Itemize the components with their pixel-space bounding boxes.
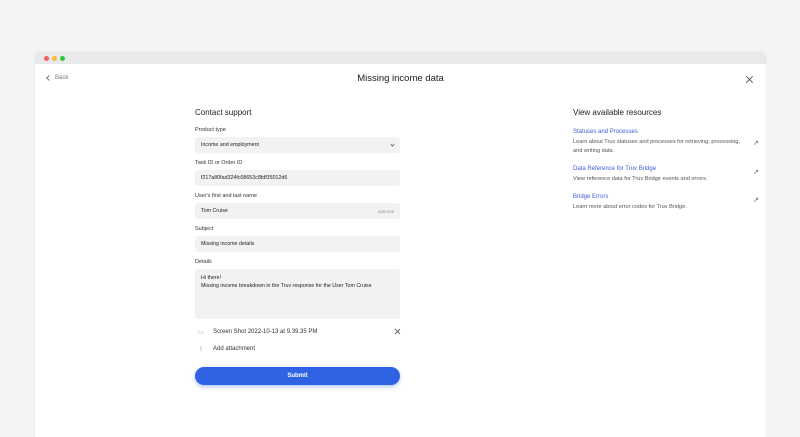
resource-description: Learn about Truv statuses and processes … bbox=[573, 139, 740, 154]
details-line-2: Missing income breakdown in the Truv res… bbox=[201, 283, 372, 289]
resources-title: View available resources bbox=[573, 108, 662, 117]
resource-link[interactable]: Data Reference for Truv Bridge bbox=[573, 166, 745, 172]
attached-file-name: Screen Shot 2022-10-13 at 9.39.35 PM bbox=[213, 329, 318, 335]
resource-description: Learn more about error codes for Truv Br… bbox=[573, 204, 687, 210]
details-line-1: Hi there! bbox=[201, 275, 222, 281]
subject-input[interactable]: Missing income details bbox=[195, 236, 400, 252]
product-type-select[interactable]: Income and employment bbox=[195, 137, 400, 153]
contact-support-form: Contact support Product type Income and … bbox=[195, 108, 400, 385]
resources-panel: View available resources Statuses and Pr… bbox=[573, 108, 761, 222]
resource-description: View reference data for Truv Bridge even… bbox=[573, 176, 708, 182]
resource-link[interactable]: Bridge Errors bbox=[573, 194, 745, 200]
window-titlebar bbox=[35, 52, 766, 64]
minimize-window-dot[interactable] bbox=[52, 55, 57, 61]
details-label: Details bbox=[195, 259, 212, 265]
task-id-label: Task ID or Order ID bbox=[195, 160, 243, 166]
subject-value: Missing income details bbox=[201, 241, 255, 247]
external-link-icon[interactable]: ↗ bbox=[753, 196, 759, 204]
external-link-icon[interactable]: ↗ bbox=[753, 168, 759, 176]
details-textarea[interactable]: Hi there! Missing income breakdown in th… bbox=[195, 269, 400, 319]
close-window-dot[interactable] bbox=[44, 55, 49, 61]
close-icon[interactable] bbox=[745, 75, 753, 83]
task-id-value: f217a80fad324fc08653c8fdf35012d6 bbox=[201, 175, 288, 181]
resource-item-data-reference[interactable]: Data Reference for Truv Bridge View refe… bbox=[573, 166, 761, 184]
product-type-label: Product type bbox=[195, 127, 226, 133]
file-icon: ▭ bbox=[198, 329, 204, 336]
app-window: Back Missing income data Contact support… bbox=[35, 52, 766, 437]
paperclip-icon: ⌇ bbox=[199, 346, 203, 353]
external-link-icon[interactable]: ↗ bbox=[753, 139, 759, 147]
optional-hint: optional bbox=[377, 208, 394, 214]
remove-attachment-icon[interactable] bbox=[394, 328, 400, 334]
user-name-value: Tom Cruise bbox=[201, 208, 228, 214]
resource-item-bridge-errors[interactable]: Bridge Errors Learn more about error cod… bbox=[573, 194, 761, 212]
submit-button[interactable]: Submit bbox=[195, 367, 400, 385]
user-name-input[interactable]: Tom Cruise optional bbox=[195, 203, 400, 219]
task-id-input[interactable]: f217a80fad324fc08653c8fdf35012d6 bbox=[195, 170, 400, 186]
user-name-label: User's first and last name bbox=[195, 193, 257, 199]
page-title: Missing income data bbox=[357, 73, 444, 84]
attached-file: ▭ Screen Shot 2022-10-13 at 9.39.35 PM bbox=[195, 325, 400, 339]
form-section-title: Contact support bbox=[195, 108, 252, 117]
subject-label: Subject bbox=[195, 226, 214, 232]
maximize-window-dot[interactable] bbox=[60, 55, 65, 61]
resource-item-statuses[interactable]: Statuses and Processes Learn about Truv … bbox=[573, 129, 761, 156]
chevron-down-icon bbox=[390, 141, 395, 147]
add-attachment-label: Add attachment bbox=[213, 346, 256, 352]
product-type-value: Income and employment bbox=[201, 142, 260, 148]
resource-link[interactable]: Statuses and Processes bbox=[573, 129, 745, 135]
add-attachment-button[interactable]: ⌇ Add attachment bbox=[195, 342, 400, 356]
